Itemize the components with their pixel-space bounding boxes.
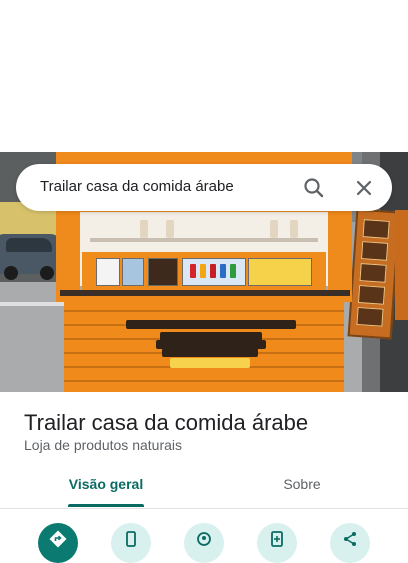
trailer-slat bbox=[64, 380, 344, 382]
send-to-phone-button[interactable] bbox=[257, 523, 297, 563]
add-to-phone-icon bbox=[271, 531, 283, 547]
share-button[interactable] bbox=[330, 523, 370, 563]
trailer-payment-sticker bbox=[248, 258, 312, 286]
call-button[interactable] bbox=[111, 523, 151, 563]
search-query-text[interactable]: Trailar casa da comida árabe bbox=[40, 178, 234, 195]
search-icon bbox=[304, 178, 324, 198]
photo-car-wheel bbox=[4, 266, 18, 280]
menu-board-item bbox=[357, 284, 386, 305]
action-buttons-row bbox=[0, 509, 408, 563]
photo-car-wheel bbox=[40, 266, 54, 280]
trailer-side bbox=[56, 212, 80, 302]
trailer-item bbox=[290, 220, 298, 238]
directions-icon bbox=[49, 530, 67, 548]
trailer-side bbox=[328, 212, 352, 302]
drink-can bbox=[210, 264, 216, 278]
trailer-slat bbox=[64, 310, 344, 312]
trailer-slogan-banner bbox=[162, 348, 258, 357]
drink-can bbox=[230, 264, 236, 278]
photo-menu-board bbox=[347, 208, 401, 340]
photo-car-window bbox=[6, 238, 52, 252]
trailer-slogan-banner bbox=[126, 320, 296, 329]
tab-about[interactable]: Sobre bbox=[200, 476, 404, 492]
trailer-item bbox=[140, 220, 148, 238]
place-category[interactable]: Loja de produtos naturais bbox=[24, 437, 182, 453]
search-button[interactable] bbox=[300, 174, 328, 202]
trailer-shelf bbox=[90, 238, 318, 242]
phone-icon bbox=[126, 531, 136, 547]
location-pin-icon bbox=[197, 532, 211, 546]
close-icon bbox=[356, 180, 372, 196]
place-title: Trailar casa da comida árabe bbox=[24, 410, 309, 435]
drink-can bbox=[220, 264, 226, 278]
menu-board-item bbox=[356, 306, 384, 327]
trailer-qr-sticker bbox=[96, 258, 120, 286]
directions-button[interactable] bbox=[38, 523, 78, 563]
trailer-phone-sticker bbox=[170, 358, 250, 368]
menu-board-item bbox=[359, 263, 387, 283]
nearby-button[interactable] bbox=[184, 523, 224, 563]
clear-search-button[interactable] bbox=[350, 174, 378, 202]
tab-overview[interactable]: Visão geral bbox=[4, 476, 208, 492]
active-tab-indicator bbox=[68, 504, 144, 507]
trailer-menu-sticker bbox=[148, 258, 178, 286]
trailer-item bbox=[270, 220, 278, 238]
trailer-item bbox=[166, 220, 174, 238]
menu-board-item bbox=[362, 219, 390, 239]
share-icon bbox=[344, 532, 356, 546]
drink-can bbox=[190, 264, 196, 278]
search-bar[interactable]: Trailar casa da comida árabe bbox=[16, 164, 392, 211]
menu-board-item bbox=[361, 241, 389, 261]
drink-can bbox=[200, 264, 206, 278]
place-tabs: Visão geral Sobre bbox=[0, 470, 408, 508]
photo-menu-board-edge bbox=[395, 210, 408, 320]
top-blank-area bbox=[0, 0, 408, 152]
trailer-photo-sticker bbox=[122, 258, 144, 286]
